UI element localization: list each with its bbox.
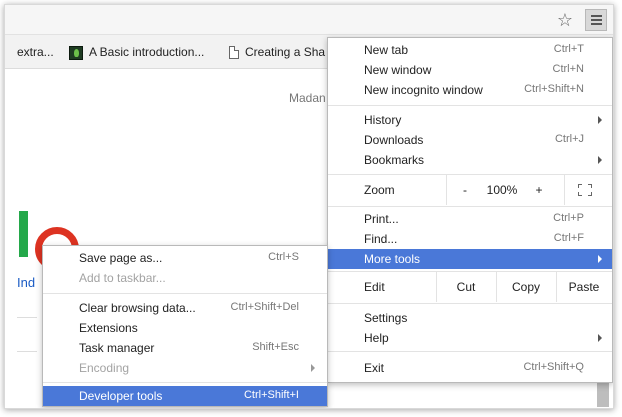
menu-label: Add to taskbar... [79, 271, 166, 285]
submenu-arrow-icon [598, 255, 602, 263]
menu-label: Task manager [79, 341, 155, 355]
bookmark-item[interactable]: extra... [17, 45, 54, 59]
menu-label: Clear browsing data... [79, 301, 196, 315]
submenu-item-encoding[interactable]: Encoding [43, 358, 327, 378]
menu-label: Save page as... [79, 251, 163, 265]
menu-shortcut: Shift+Esc [252, 341, 299, 353]
chrome-menu-button[interactable] [585, 9, 607, 31]
menu-separator [43, 382, 327, 383]
browser-window: ☆ extra... A Basic introduction... Creat… [4, 4, 614, 409]
menu-separator [328, 303, 612, 304]
paste-button[interactable]: Paste [556, 272, 612, 302]
submenu-arrow-icon [598, 156, 602, 164]
divider [17, 351, 37, 352]
menu-item-find[interactable]: Find... Ctrl+F [328, 229, 612, 249]
divider [564, 175, 565, 205]
menu-shortcut: Ctrl+Shift+N [524, 83, 584, 95]
cut-button[interactable]: Cut [436, 272, 496, 302]
menu-label: Print... [364, 212, 399, 226]
fullscreen-icon[interactable] [578, 184, 592, 196]
chrome-menu: New tab Ctrl+T New window Ctrl+N New inc… [327, 37, 613, 383]
menu-item-new-window[interactable]: New window Ctrl+N [328, 60, 612, 80]
menu-item-history[interactable]: History [328, 110, 612, 130]
menu-label: Help [364, 331, 389, 345]
menu-label: More tools [364, 252, 421, 266]
menu-shortcut: Ctrl+Shift+Del [230, 301, 299, 313]
page-text: Madan [289, 91, 326, 105]
menu-shortcut: Ctrl+P [553, 212, 584, 224]
page-link[interactable]: Ind [17, 275, 35, 290]
menu-item-help[interactable]: Help [328, 328, 612, 348]
menu-label: Find... [364, 232, 398, 246]
menu-label: Exit [364, 361, 385, 375]
more-tools-submenu: Save page as... Ctrl+S Add to taskbar...… [42, 245, 328, 407]
menu-shortcut: Ctrl+S [268, 251, 299, 263]
menu-label: Encoding [79, 361, 130, 375]
bookmark-label: extra... [17, 45, 54, 59]
submenu-item-extensions[interactable]: Extensions [43, 318, 327, 338]
zoom-level: 100% [486, 183, 518, 197]
bookmark-label: Creating a Sha [245, 45, 326, 59]
menu-item-downloads[interactable]: Downloads Ctrl+J [328, 130, 612, 150]
menu-item-print[interactable]: Print... Ctrl+P [328, 209, 612, 229]
menu-item-new-incognito[interactable]: New incognito window Ctrl+Shift+N [328, 80, 612, 100]
menu-label: Developer tools [79, 389, 163, 403]
menu-shortcut: Ctrl+N [552, 63, 584, 75]
leaf-favicon-icon [69, 45, 83, 60]
menu-shortcut: Ctrl+F [553, 232, 584, 244]
menu-separator [328, 351, 612, 352]
zoom-label: Zoom [364, 183, 395, 197]
browser-toolbar: ☆ [5, 5, 613, 35]
menu-separator [328, 206, 612, 207]
submenu-item-developer-tools[interactable]: Developer tools Ctrl+Shift+I [43, 386, 327, 406]
menu-label: History [364, 113, 402, 127]
bookmark-item[interactable]: Creating a Sha [229, 45, 326, 60]
logo-green-bar [19, 211, 28, 257]
menu-shortcut: Ctrl+J [554, 133, 584, 145]
bookmark-star-icon[interactable]: ☆ [555, 10, 575, 30]
bookmark-item[interactable]: A Basic introduction... [69, 45, 204, 60]
submenu-arrow-icon [598, 116, 602, 124]
submenu-item-add-to-taskbar[interactable]: Add to taskbar... [43, 268, 327, 288]
menu-item-settings[interactable]: Settings [328, 308, 612, 328]
menu-separator [328, 105, 612, 106]
menu-item-bookmarks[interactable]: Bookmarks [328, 150, 612, 170]
menu-label: Bookmarks [364, 153, 425, 167]
submenu-item-save-page[interactable]: Save page as... Ctrl+S [43, 248, 327, 268]
menu-label: Extensions [79, 321, 138, 335]
zoom-out-button[interactable]: - [452, 175, 478, 205]
menu-label: New tab [364, 43, 409, 57]
zoom-row: Zoom - 100% + [328, 175, 612, 205]
menu-item-more-tools[interactable]: More tools [328, 249, 612, 269]
page-icon [229, 46, 239, 60]
edit-row: Edit Cut Copy Paste [328, 272, 612, 302]
copy-button[interactable]: Copy [496, 272, 556, 302]
submenu-item-task-manager[interactable]: Task manager Shift+Esc [43, 338, 327, 358]
edit-label: Edit [364, 280, 385, 294]
menu-label: New incognito window [364, 83, 483, 97]
menu-shortcut: Ctrl+Shift+I [243, 389, 299, 401]
divider [446, 175, 447, 205]
menu-separator [43, 293, 327, 294]
menu-item-exit[interactable]: Exit Ctrl+Shift+Q [328, 358, 612, 378]
menu-label: Settings [364, 311, 408, 325]
bookmark-label: A Basic introduction... [89, 45, 205, 59]
zoom-in-button[interactable]: + [526, 175, 552, 205]
divider [17, 317, 37, 318]
submenu-item-clear-browsing-data[interactable]: Clear browsing data... Ctrl+Shift+Del [43, 298, 327, 318]
submenu-arrow-icon [598, 334, 602, 342]
menu-item-new-tab[interactable]: New tab Ctrl+T [328, 40, 612, 60]
menu-label: New window [364, 63, 432, 77]
menu-shortcut: Ctrl+T [553, 43, 584, 55]
submenu-arrow-icon [311, 364, 315, 372]
menu-label: Downloads [364, 133, 424, 147]
menu-shortcut: Ctrl+Shift+Q [523, 361, 584, 373]
